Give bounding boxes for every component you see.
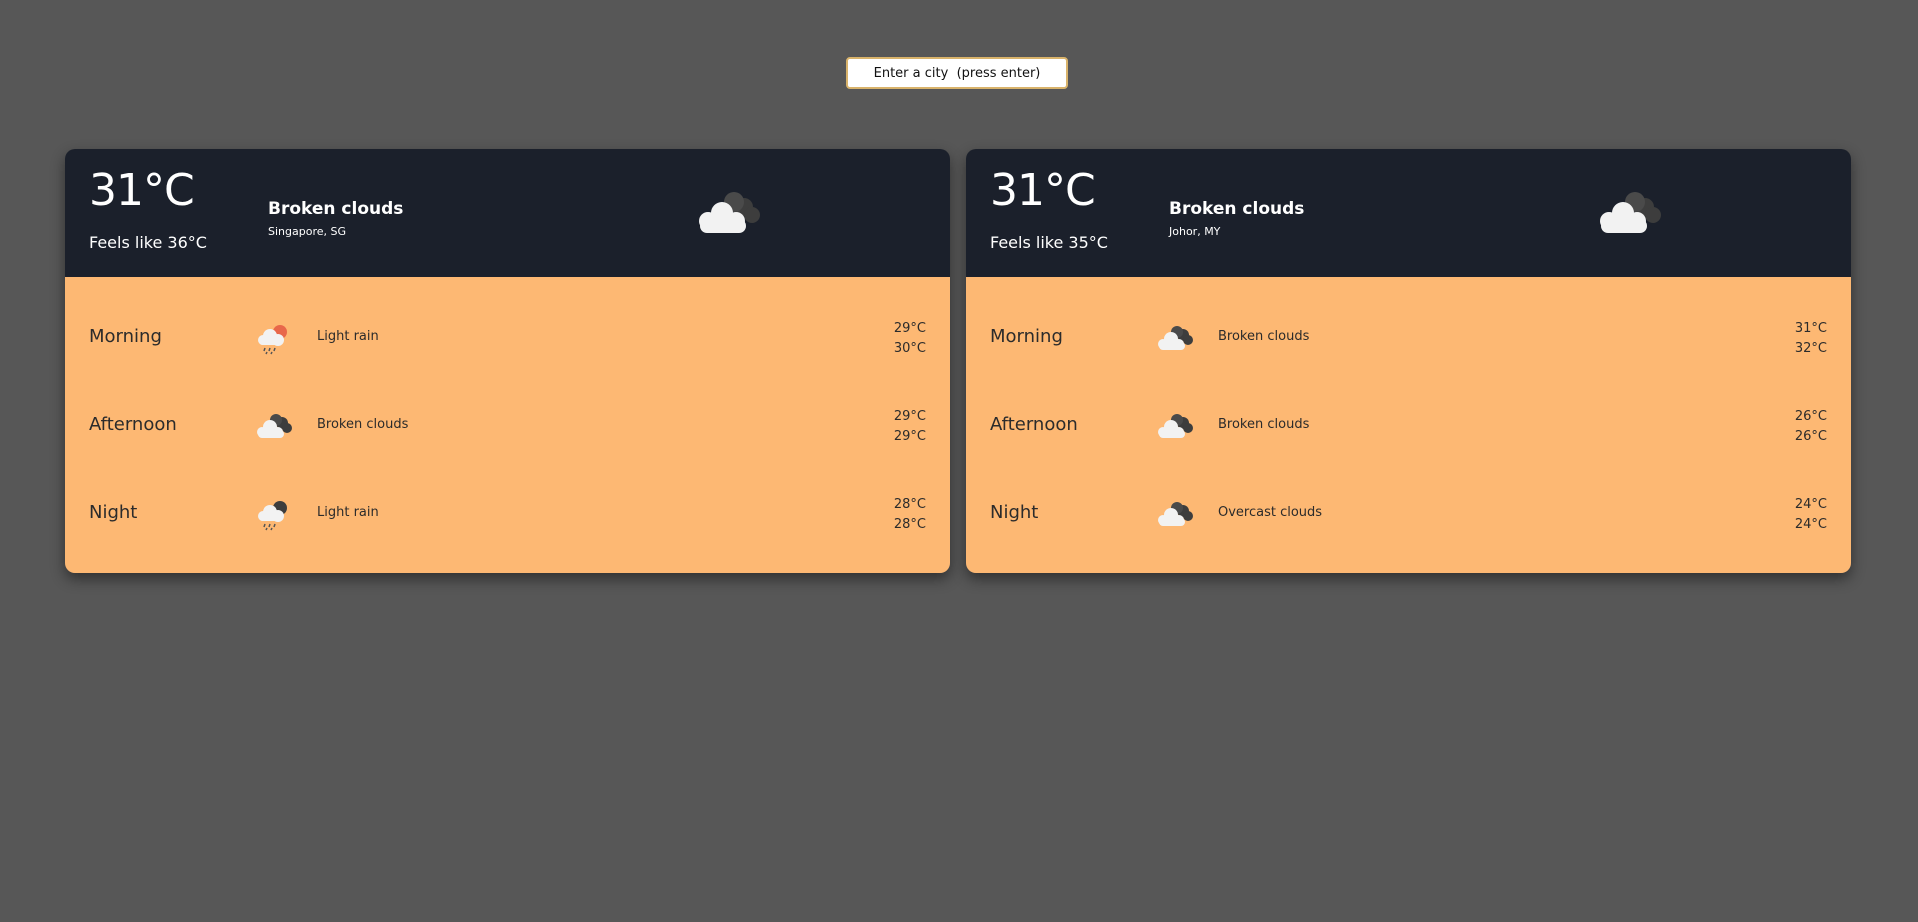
period-label: Afternoon: [990, 414, 1078, 435]
forecast-temps: 29°C 30°C: [894, 319, 926, 359]
overcast-clouds-icon: [1158, 502, 1193, 526]
forecast-panel: Morning Broken clouds 31°C 32°C Afternoo…: [966, 277, 1851, 573]
current-weather-panel: 31°C Feels like 36°C Broken clouds Singa…: [65, 149, 950, 277]
search-bar: [846, 57, 1068, 89]
current-weather-panel: 31°C Feels like 35°C Broken clouds Johor…: [966, 149, 1851, 277]
period-label: Night: [990, 502, 1039, 523]
forecast-description: Overcast clouds: [1218, 505, 1323, 520]
city-search-input[interactable]: [846, 57, 1068, 89]
forecast-row-night: Night Overcast clouds 24°C 24°C: [966, 483, 1851, 543]
forecast-description: Light rain: [317, 505, 379, 520]
temp-high: 29°C: [893, 321, 926, 336]
temp-high: 29°C: [893, 409, 926, 424]
forecast-row-morning: Morning Broken clouds 31°C 32°C: [966, 307, 1851, 367]
light-rain-day-icon: [258, 325, 287, 355]
weather-card-johor: 31°C Feels like 35°C Broken clouds Johor…: [966, 149, 1851, 573]
temp-low: 30°C: [893, 341, 926, 356]
location-label: Johor, MY: [1169, 225, 1221, 238]
forecast-temps: 29°C 29°C: [894, 407, 926, 447]
temp-low: 24°C: [1794, 517, 1827, 532]
forecast-description: Broken clouds: [317, 417, 409, 432]
feels-like-text: Feels like 35°C: [990, 233, 1108, 252]
current-condition: Broken clouds: [1169, 199, 1305, 219]
period-label: Afternoon: [89, 414, 177, 435]
temp-low: 28°C: [893, 517, 926, 532]
period-label: Morning: [990, 326, 1063, 347]
forecast-description: Broken clouds: [1218, 329, 1310, 344]
broken-clouds-icon: [1158, 414, 1193, 438]
feels-like-text: Feels like 36°C: [89, 233, 207, 252]
forecast-temps: 28°C 28°C: [894, 495, 926, 535]
temp-high: 24°C: [1794, 497, 1827, 512]
forecast-panel: Morning Light rain 29°C 30°C Afternoon B…: [65, 277, 950, 573]
broken-clouds-icon: [257, 414, 292, 438]
broken-clouds-icon: [1158, 326, 1193, 350]
forecast-temps: 26°C 26°C: [1795, 407, 1827, 447]
temp-high: 26°C: [1794, 409, 1827, 424]
period-label: Morning: [89, 326, 162, 347]
forecast-row-afternoon: Afternoon Broken clouds 26°C 26°C: [966, 395, 1851, 455]
period-label: Night: [89, 502, 138, 523]
forecast-row-night: Night Light rain 28°C 28°C: [65, 483, 950, 543]
forecast-description: Broken clouds: [1218, 417, 1310, 432]
forecast-description: Light rain: [317, 329, 379, 344]
temp-low: 29°C: [893, 429, 926, 444]
weather-card-singapore: 31°C Feels like 36°C Broken clouds Singa…: [65, 149, 950, 573]
temp-high: 31°C: [1794, 321, 1827, 336]
current-temperature: 31°C: [89, 165, 195, 216]
temp-low: 32°C: [1794, 341, 1827, 356]
forecast-temps: 31°C 32°C: [1795, 319, 1827, 359]
forecast-row-morning: Morning Light rain 29°C 30°C: [65, 307, 950, 367]
forecast-temps: 24°C 24°C: [1795, 495, 1827, 535]
current-temperature: 31°C: [990, 165, 1096, 216]
current-condition: Broken clouds: [268, 199, 404, 219]
location-label: Singapore, SG: [268, 225, 346, 238]
light-rain-night-icon: [258, 501, 287, 531]
broken-clouds-icon: [1600, 192, 1661, 233]
forecast-row-afternoon: Afternoon Broken clouds 29°C 29°C: [65, 395, 950, 455]
temp-high: 28°C: [893, 497, 926, 512]
temp-low: 26°C: [1794, 429, 1827, 444]
broken-clouds-icon: [699, 192, 760, 233]
